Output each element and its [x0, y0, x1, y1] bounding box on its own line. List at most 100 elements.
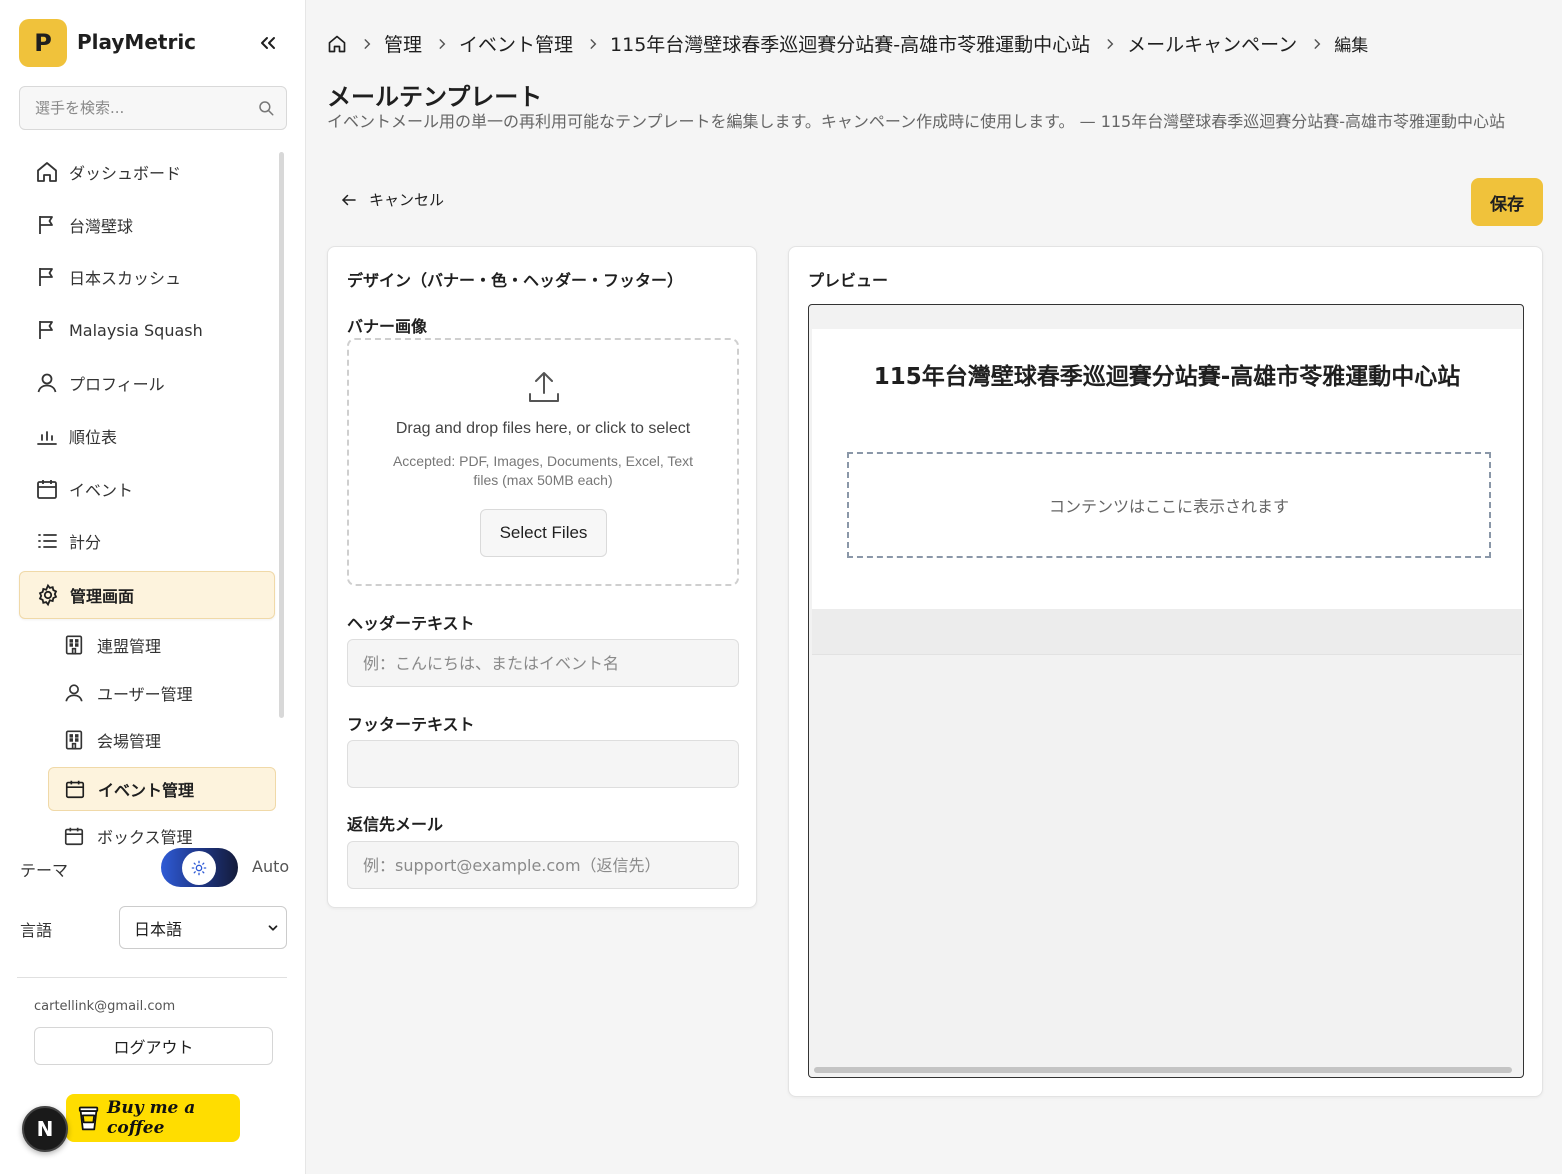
theme-toggle-knob — [182, 851, 216, 885]
sidebar-scrollbar[interactable] — [279, 152, 284, 718]
building-icon — [65, 635, 83, 655]
sidebar-subitem-event-management[interactable]: イベント管理 — [48, 767, 276, 811]
select-files-button[interactable]: Select Files — [480, 509, 607, 557]
calendar-icon — [37, 480, 57, 499]
search-icon[interactable] — [257, 99, 275, 117]
sidebar-item-label: イベント — [69, 481, 134, 500]
bar-chart-icon — [37, 431, 57, 445]
sidebar: P PlayMetric ダッシュボード 台灣壁球 日本スカッシュ Malays… — [0, 0, 306, 1174]
header-text-field — [347, 639, 739, 687]
sidebar-subitem-label: イベント管理 — [98, 781, 195, 800]
sidebar-item-malaysia-squash[interactable]: Malaysia Squash — [19, 306, 275, 354]
dropzone-text: Drag and drop files here, or click to se… — [395, 420, 691, 437]
language-select-value: 日本語 — [134, 919, 183, 939]
sidebar-item-admin[interactable]: 管理画面 — [19, 571, 275, 619]
sidebar-subitem-label: ユーザー管理 — [97, 685, 193, 704]
sidebar-item-rankings[interactable]: 順位表 — [19, 412, 275, 460]
sidebar-subitem-label: 連盟管理 — [97, 637, 162, 656]
sidebar-divider — [17, 977, 287, 978]
collapse-sidebar-icon[interactable] — [256, 31, 280, 55]
building-icon — [65, 730, 83, 750]
breadcrumb-admin[interactable]: 管理 — [384, 30, 422, 57]
sidebar-subitem-label: ボックス管理 — [97, 828, 193, 847]
buy-me-a-coffee-button[interactable]: Buy me a coffee — [66, 1094, 240, 1142]
banner-image-label: バナー画像 — [347, 317, 428, 336]
search-input[interactable] — [20, 87, 240, 129]
chevron-down-icon — [268, 925, 278, 931]
email-preview-body: 115年台灣壁球春季巡迴賽分站賽-高雄市苓雅運動中心站 コンテンツはここに表示さ… — [812, 329, 1522, 609]
list-icon — [38, 534, 57, 548]
nextjs-badge[interactable]: N — [22, 1106, 68, 1152]
home-icon[interactable] — [327, 34, 347, 54]
sidebar-item-label: 管理画面 — [70, 587, 135, 606]
preview-horizontal-scrollbar[interactable] — [814, 1067, 1512, 1073]
theme-toggle[interactable] — [161, 848, 238, 887]
chevron-right-icon — [364, 38, 371, 49]
theme-label: テーマ — [20, 861, 69, 880]
cancel-button[interactable]: キャンセル — [340, 189, 444, 210]
home-icon — [37, 162, 57, 182]
sidebar-subitem-venue-management[interactable]: 会場管理 — [48, 718, 276, 762]
footer-text-label: フッターテキスト — [347, 715, 475, 734]
chevron-right-icon — [1314, 38, 1321, 49]
sidebar-item-label: プロフィール — [69, 375, 165, 394]
design-card-title: デザイン（バナー・色・ヘッダー・フッター） — [347, 271, 684, 290]
breadcrumb-email-campaign[interactable]: メールキャンペーン — [1127, 30, 1297, 57]
gear-icon — [38, 583, 58, 607]
chevron-right-icon — [590, 38, 597, 49]
breadcrumb-current: 編集 — [1334, 36, 1369, 56]
language-label: 言語 — [20, 921, 53, 940]
email-preview-title: 115年台灣壁球春季巡迴賽分站賽-高雄市苓雅運動中心站 — [873, 364, 1461, 390]
sidebar-subitem-box-management[interactable]: ボックス管理 — [48, 814, 276, 858]
upload-icon — [529, 372, 559, 402]
user-icon — [37, 373, 57, 393]
breadcrumb-event[interactable]: 115年台灣壁球春季巡迴賽分站賽-高雄市苓雅運動中心站 — [610, 30, 1090, 57]
reply-to-email-input[interactable] — [348, 842, 738, 888]
preview-card-title: プレビュー — [808, 271, 889, 290]
email-preview-footer — [812, 609, 1522, 655]
flag-icon — [39, 268, 53, 286]
sidebar-subitem-label: 会場管理 — [97, 732, 162, 751]
breadcrumb-event-management[interactable]: イベント管理 — [459, 30, 573, 57]
sidebar-item-dashboard[interactable]: ダッシュボード — [19, 148, 275, 196]
sidebar-subitem-user-management[interactable]: ユーザー管理 — [48, 671, 276, 715]
preview-card: プレビュー 115年台灣壁球春季巡迴賽分站賽-高雄市苓雅運動中心站 コンテンツは… — [788, 246, 1543, 1097]
sidebar-item-scoring[interactable]: 計分 — [19, 517, 275, 565]
breadcrumb: 管理 イベント管理 115年台灣壁球春季巡迴賽分站賽-高雄市苓雅運動中心站 メー… — [327, 30, 1368, 57]
flag-icon — [39, 321, 53, 339]
reply-to-email-label: 返信先メール — [347, 815, 444, 834]
header-text-label: ヘッダーテキスト — [347, 614, 475, 633]
calendar-icon — [65, 780, 85, 799]
page-title: メールテンプレート — [327, 83, 543, 111]
arrow-left-icon — [342, 194, 356, 205]
sidebar-item-japan-squash[interactable]: 日本スカッシュ — [19, 253, 275, 301]
app-logo[interactable]: P — [19, 19, 67, 67]
footer-text-field — [347, 740, 739, 788]
theme-auto-label: Auto — [252, 857, 290, 876]
header-text-input[interactable] — [348, 640, 738, 686]
cancel-button-label: キャンセル — [369, 191, 445, 209]
save-button[interactable]: 保存 — [1471, 178, 1543, 226]
buy-me-a-coffee-label: Buy me a coffee — [107, 1098, 196, 1138]
language-select[interactable]: 日本語 — [119, 906, 287, 949]
page-description: イベントメール用の単一の再利用可能なテンプレートを編集します。キャンペーン作成時… — [327, 112, 1506, 131]
reply-to-email-field — [347, 841, 739, 889]
sidebar-item-taiwan-squash[interactable]: 台灣壁球 — [19, 201, 275, 249]
sidebar-item-label: 計分 — [69, 533, 102, 552]
email-content-placeholder: コンテンツはここに表示されます — [847, 452, 1491, 558]
sidebar-item-events[interactable]: イベント — [19, 465, 275, 513]
flag-icon — [39, 216, 53, 234]
search-box — [19, 86, 287, 130]
email-preview-frame[interactable]: 115年台灣壁球春季巡迴賽分站賽-高雄市苓雅運動中心站 コンテンツはここに表示さ… — [808, 304, 1524, 1078]
sidebar-item-label: ダッシュボード — [69, 164, 182, 183]
app-name: PlayMetric — [77, 30, 197, 54]
sidebar-item-label: 日本スカッシュ — [69, 269, 182, 288]
banner-dropzone[interactable]: Drag and drop files here, or click to se… — [347, 338, 739, 586]
sidebar-item-profile[interactable]: プロフィール — [19, 359, 275, 407]
sidebar-item-label: 台灣壁球 — [69, 217, 134, 236]
account-email: cartellink@gmail.com — [34, 999, 176, 1014]
logout-button[interactable]: ログアウト — [34, 1027, 273, 1065]
footer-text-input[interactable] — [348, 741, 738, 787]
sidebar-subitem-federation-management[interactable]: 連盟管理 — [48, 623, 276, 667]
design-card: デザイン（バナー・色・ヘッダー・フッター） バナー画像 Drag and dro… — [327, 246, 757, 908]
